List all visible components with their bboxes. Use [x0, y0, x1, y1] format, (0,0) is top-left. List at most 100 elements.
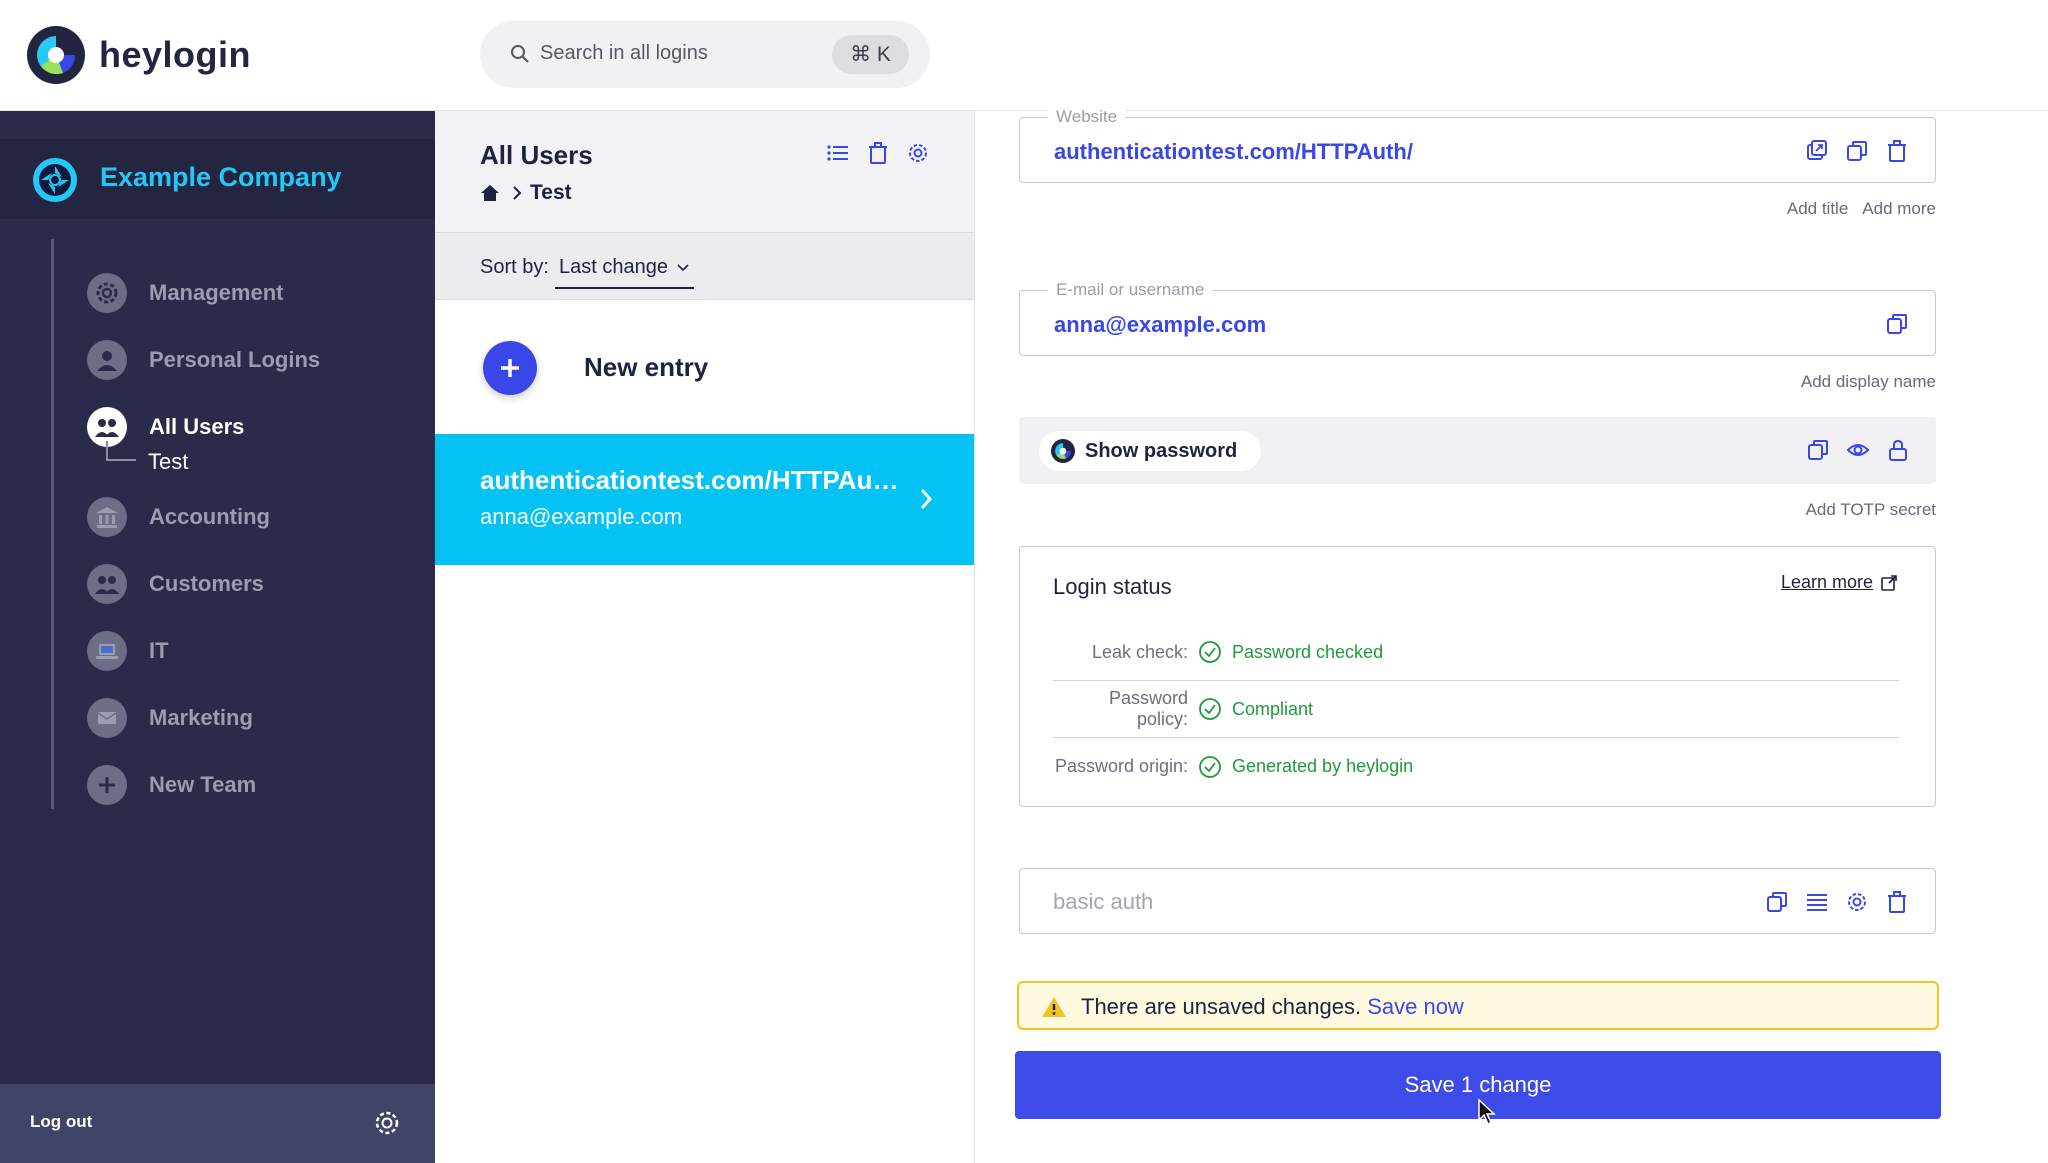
username-actions	[1885, 312, 1909, 336]
website-field[interactable]: Website authenticationtest.com/HTTPAuth/	[1019, 107, 1936, 183]
list-header: All Users Test	[435, 111, 974, 232]
chevron-right-icon	[510, 185, 524, 201]
app-name: heylogin	[99, 34, 252, 75]
gear-icon[interactable]	[906, 141, 930, 165]
sort-bar: Sort by: Last change	[435, 232, 974, 300]
add-totp-link[interactable]: Add TOTP secret	[1806, 500, 1936, 520]
mouse-cursor-icon	[1478, 1098, 1496, 1126]
breadcrumb-current[interactable]: Test	[530, 181, 572, 205]
sidebar-item-label: Personal Logins	[149, 347, 321, 372]
heylogin-logo-icon	[27, 26, 85, 84]
sidebar-item-new-team[interactable]: New Team	[87, 763, 256, 807]
sidebar-item-label: New Team	[149, 772, 257, 797]
password-hints: Add TOTP secret	[1806, 500, 1936, 520]
status-key: Password origin:	[1054, 756, 1188, 776]
company-logo-icon	[33, 158, 77, 202]
copy-icon[interactable]	[1765, 890, 1789, 914]
app-logo[interactable]: heylogin	[27, 26, 251, 84]
sidebar-item-personal-logins[interactable]: Personal Logins	[87, 338, 320, 382]
breadcrumb: Test	[480, 181, 572, 205]
chevron-right-icon	[918, 487, 934, 516]
username-hints: Add display name	[1801, 372, 1936, 392]
password-policy-row: Password policy: Compliant	[1053, 681, 1899, 738]
status-key: Leak check:	[1091, 641, 1188, 662]
text-lines-icon[interactable]	[1805, 890, 1829, 914]
check-circle-icon	[1198, 755, 1222, 779]
entry-title: authenticationtest.com/HTTPAuth/	[480, 465, 900, 495]
sidebar-item-label: Accounting	[149, 504, 270, 529]
password-field[interactable]: Show password	[1019, 417, 1936, 484]
sidebar-item-customers[interactable]: Customers	[87, 562, 264, 606]
plus-icon	[87, 765, 127, 805]
new-entry-label: New entry	[584, 352, 709, 382]
show-password-button[interactable]: Show password	[1039, 431, 1262, 471]
new-entry-button[interactable]: New entry	[435, 301, 974, 434]
save-now-link[interactable]: Save now	[1367, 994, 1464, 1019]
add-more-link[interactable]: Add more	[1862, 199, 1936, 219]
sort-label: Sort by:	[480, 256, 549, 278]
username-field[interactable]: E-mail or username anna@example.com	[1019, 280, 1936, 356]
note-actions	[1765, 890, 1909, 914]
entry-list-panel: All Users Test Sort by: Last change New …	[435, 111, 975, 1163]
list-actions	[826, 141, 930, 165]
open-link-icon[interactable]	[1805, 139, 1829, 163]
bank-icon	[87, 497, 127, 537]
show-password-label: Show password	[1085, 439, 1238, 462]
login-status-box: Login status Learn more Leak check: Pass…	[1019, 546, 1936, 807]
eye-icon[interactable]	[1846, 438, 1870, 462]
status-key: Password policy:	[1108, 688, 1188, 729]
sidebar-item-management[interactable]: Management	[87, 271, 283, 315]
sidebar-item-marketing[interactable]: Marketing	[87, 696, 253, 740]
username-value[interactable]: anna@example.com	[1054, 312, 1266, 338]
sidebar-footer: Log out	[0, 1084, 435, 1163]
copy-icon[interactable]	[1885, 312, 1909, 336]
warning-text: There are unsaved changes.	[1081, 994, 1362, 1019]
note-placeholder: basic auth	[1053, 889, 1154, 914]
unsaved-changes-banner: There are unsaved changes. Save now	[1017, 981, 1939, 1030]
sidebar: Example Company Management Personal Logi…	[0, 111, 435, 1163]
login-status-title: Login status	[1053, 574, 1172, 599]
sidebar-subitem-test[interactable]: Test	[148, 449, 188, 475]
sidebar-item-it[interactable]: IT	[87, 629, 169, 673]
learn-more-link[interactable]: Learn more	[1781, 572, 1897, 593]
lock-icon[interactable]	[1886, 438, 1910, 462]
search-bar[interactable]: Search in all logins ⌘ K	[480, 21, 930, 88]
group-icon	[87, 564, 127, 604]
trash-icon[interactable]	[1885, 890, 1909, 914]
add-title-link[interactable]: Add title	[1787, 199, 1848, 219]
gear-icon	[87, 273, 127, 313]
sort-value: Last change	[559, 256, 668, 278]
add-display-name-link[interactable]: Add display name	[1801, 372, 1936, 392]
trash-icon[interactable]	[1885, 139, 1909, 163]
sort-dropdown[interactable]: Last change	[555, 254, 694, 289]
website-actions	[1805, 139, 1909, 163]
status-value: Generated by heylogin	[1232, 756, 1414, 776]
entry-username: anna@example.com	[480, 504, 683, 529]
company-header[interactable]: Example Company	[0, 139, 435, 219]
leak-check-row: Leak check: Password checked	[1053, 624, 1899, 681]
sidebar-item-label: All Users	[149, 414, 245, 439]
search-shortcut-badge: ⌘ K	[832, 35, 909, 74]
list-view-icon[interactable]	[826, 141, 850, 165]
website-value[interactable]: authenticationtest.com/HTTPAuth/	[1054, 139, 1413, 165]
password-origin-row: Password origin: Generated by heylogin	[1053, 738, 1899, 795]
gear-icon[interactable]	[1845, 890, 1869, 914]
logout-button[interactable]: Log out	[30, 1112, 92, 1132]
website-hints: Add title Add more	[1787, 199, 1936, 219]
warning-text-container: There are unsaved changes. Save now	[1081, 994, 1464, 1020]
settings-gear-icon[interactable]	[372, 1108, 402, 1143]
search-icon	[511, 45, 529, 63]
laptop-icon	[87, 631, 127, 671]
copy-icon[interactable]	[1845, 139, 1869, 163]
password-actions	[1806, 438, 1910, 462]
warning-icon	[1041, 995, 1067, 1024]
home-icon[interactable]	[480, 183, 500, 203]
username-label: E-mail or username	[1048, 280, 1213, 300]
trash-icon[interactable]	[866, 141, 890, 165]
note-field[interactable]: basic auth	[1019, 868, 1936, 934]
sidebar-item-accounting[interactable]: Accounting	[87, 495, 270, 539]
entry-detail-panel: Website authenticationtest.com/HTTPAuth/…	[975, 107, 2048, 1163]
tree-connector	[106, 441, 136, 461]
copy-icon[interactable]	[1806, 438, 1830, 462]
list-item[interactable]: authenticationtest.com/HTTPAuth/ anna@ex…	[435, 434, 974, 565]
